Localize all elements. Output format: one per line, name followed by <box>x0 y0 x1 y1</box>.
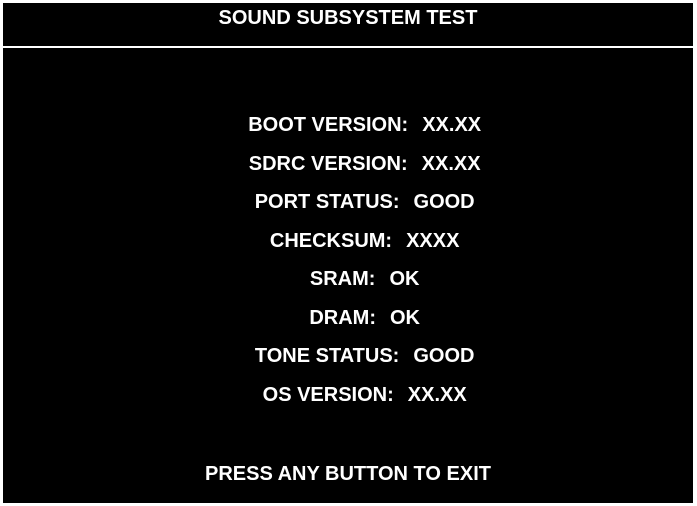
status-list: BOOT VERSION: XX.XX SDRC VERSION: XX.XX PO… <box>3 92 693 406</box>
sdrc-version-value: XX.XX <box>421 152 481 175</box>
checksum-value: XXXX <box>406 229 460 252</box>
tone-status-label: TONE STATUS: <box>254 345 400 367</box>
dram-label: DRAM: <box>309 306 376 329</box>
os-version-label: OS VERSION: <box>262 383 394 406</box>
test-screen: SOUND SUBSYSTEM TEST BOOT VERSION: XX.XX … <box>3 3 693 503</box>
port-status-value: GOOD <box>413 191 475 213</box>
sram-value: OK <box>389 268 420 290</box>
sram-label: SRAM: <box>309 268 376 290</box>
os-version-value: XX.XX <box>407 383 467 406</box>
tone-status-value: GOOD <box>413 345 475 367</box>
port-status-label: PORT STATUS: <box>254 191 400 213</box>
boot-version-label: BOOT VERSION: <box>248 114 409 136</box>
boot-version-row: BOOT VERSION: XX.XX <box>3 92 693 136</box>
dram-value: OK <box>390 306 420 329</box>
sdrc-version-label: SDRC VERSION: <box>248 152 408 175</box>
title-divider <box>3 46 693 48</box>
exit-prompt: PRESS ANY BUTTON TO EXIT <box>205 463 491 485</box>
checksum-label: CHECKSUM: <box>269 229 393 252</box>
screen-title: SOUND SUBSYSTEM TEST <box>218 7 478 29</box>
boot-version-value: XX.XX <box>422 114 482 136</box>
